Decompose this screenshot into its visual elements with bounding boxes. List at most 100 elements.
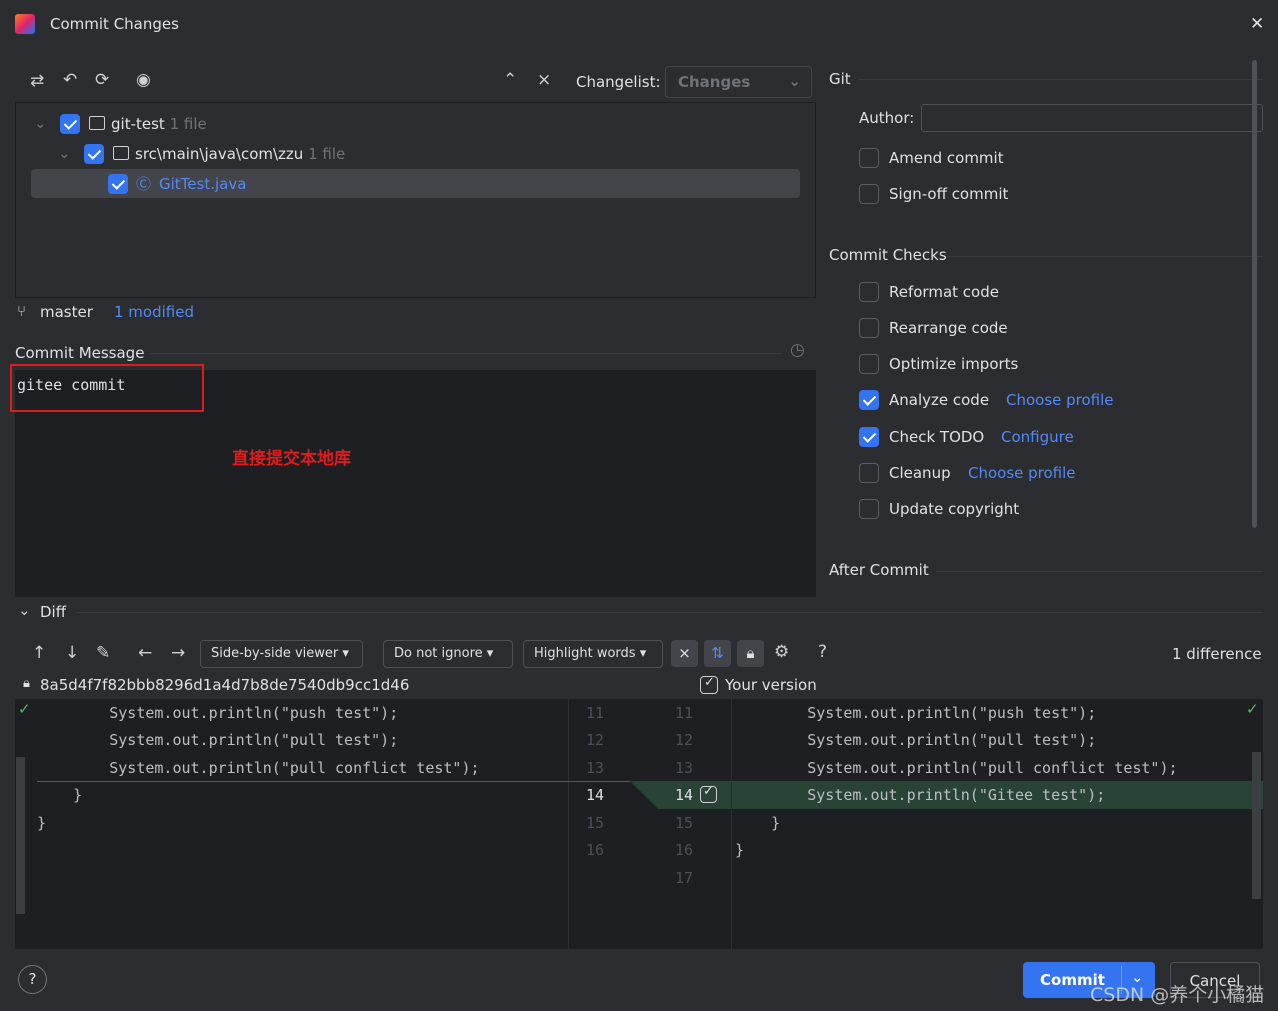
check-label[interactable]: Analyze code xyxy=(889,391,989,409)
check-config-link[interactable]: Configure xyxy=(1001,428,1074,446)
changelist-select[interactable]: Changes ⌄ xyxy=(665,66,812,98)
arrow-left-icon[interactable]: ← xyxy=(138,643,152,663)
checkbox-gittest[interactable] xyxy=(108,174,128,194)
divider xyxy=(150,353,782,354)
left-line-number: 11 xyxy=(586,704,605,722)
gear-icon[interactable]: ⚙ xyxy=(774,642,789,662)
ignore-select[interactable]: Do not ignore ▾ xyxy=(383,640,513,668)
checkbox-src[interactable] xyxy=(84,144,104,164)
check-label[interactable]: Update copyright xyxy=(889,500,1019,518)
chevron-down-icon: ⌄ xyxy=(788,72,801,90)
insertion-marker xyxy=(37,781,630,782)
right-line-number: 14 xyxy=(675,786,694,804)
help-icon[interactable]: ? xyxy=(818,642,827,662)
diff-section-title: Diff xyxy=(40,603,67,621)
history-icon[interactable]: ◷ xyxy=(790,340,805,360)
check-checkbox[interactable] xyxy=(859,427,879,447)
sync-scroll-icon[interactable]: ⇅ xyxy=(704,640,731,667)
left-code-line: System.out.println("pull test"); xyxy=(37,731,399,749)
tree-item-src[interactable]: src\main\java\com\zzu 1 file xyxy=(135,145,345,163)
left-line-number: 16 xyxy=(586,841,605,859)
window-title: Commit Changes xyxy=(50,15,179,33)
right-scrollbar[interactable] xyxy=(1252,752,1261,899)
check-label[interactable]: Cleanup xyxy=(889,464,951,482)
move-icon[interactable]: ⇄ xyxy=(30,71,44,91)
check-label[interactable]: Check TODO xyxy=(889,428,984,446)
check-config-link[interactable]: Choose profile xyxy=(968,464,1076,482)
tree-item-git-test[interactable]: git-test 1 file xyxy=(111,115,207,133)
amend-checkbox[interactable] xyxy=(859,148,879,168)
check-icon: ✓ xyxy=(18,700,31,718)
left-line-number: 14 xyxy=(586,786,605,804)
watermark: CSDN @养个小橘猫 xyxy=(1090,984,1265,1006)
divider xyxy=(858,79,1263,80)
lock-icon: 🔒︎ xyxy=(23,676,30,691)
left-line-number: 13 xyxy=(586,759,605,777)
close-button[interactable]: ✕ xyxy=(1250,14,1264,34)
app-logo-icon xyxy=(15,14,35,34)
highlight-select[interactable]: Highlight words ▾ xyxy=(523,640,663,668)
lock-icon[interactable]: 🔒︎ xyxy=(737,640,764,667)
signoff-checkbox[interactable] xyxy=(859,184,879,204)
arrow-up-icon[interactable]: ↑ xyxy=(32,643,46,663)
amend-label[interactable]: Amend commit xyxy=(889,149,1004,167)
check-icon: ✓ xyxy=(1246,700,1259,718)
branch-icon: ⑂ xyxy=(17,302,27,320)
viewer-select[interactable]: Side-by-side viewer ▾ xyxy=(200,640,363,668)
checkbox-git-test[interactable] xyxy=(60,114,80,134)
check-config-link[interactable]: Choose profile xyxy=(1006,391,1114,409)
folder-icon xyxy=(89,116,105,130)
rollback-icon[interactable]: ↶ xyxy=(63,70,77,90)
edit-icon[interactable]: ✎ xyxy=(96,643,110,663)
right-line-number: 16 xyxy=(675,841,694,859)
folder-icon xyxy=(113,146,129,160)
signoff-label[interactable]: Sign-off commit xyxy=(889,185,1008,203)
check-label[interactable]: Reformat code xyxy=(889,283,999,301)
refresh-icon[interactable]: ⟳ xyxy=(95,70,109,90)
left-code-line: } xyxy=(37,786,83,804)
eye-icon[interactable]: ◉ xyxy=(136,70,151,90)
branch-name[interactable]: master xyxy=(40,303,93,321)
right-code-line: } xyxy=(735,814,781,832)
highlight-value: Highlight words xyxy=(534,646,636,661)
right-line-number: 12 xyxy=(675,731,694,749)
left-code-line: System.out.println("push test"); xyxy=(37,704,399,722)
right-line-number: 13 xyxy=(675,759,694,777)
check-checkbox[interactable] xyxy=(859,499,879,519)
check-label[interactable]: Rearrange code xyxy=(889,319,1008,337)
check-checkbox[interactable] xyxy=(859,463,879,483)
scrollbar[interactable] xyxy=(1252,60,1257,528)
left-revision-hash: 8a5d4f7f82bbb8296d1a4d7b8de7540db9cc1d46 xyxy=(40,676,410,694)
chevron-down-icon[interactable]: ⌄ xyxy=(34,114,47,132)
author-input[interactable] xyxy=(921,104,1263,132)
right-code-line: System.out.println("push test"); xyxy=(735,704,1097,722)
tree-item-gittest[interactable]: GitTest.java xyxy=(159,175,246,193)
modified-link[interactable]: 1 modified xyxy=(114,303,194,321)
right-line-number: 15 xyxy=(675,814,694,832)
tree-label: git-test xyxy=(111,115,165,133)
check-checkbox[interactable] xyxy=(859,354,879,374)
check-checkbox[interactable] xyxy=(859,282,879,302)
file-count: 1 file xyxy=(308,145,346,163)
check-label[interactable]: Optimize imports xyxy=(889,355,1018,373)
collapse-unchanged-icon[interactable]: ⨯ xyxy=(671,640,698,667)
help-button[interactable]: ? xyxy=(18,965,47,994)
java-class-icon: Ⓒ xyxy=(136,175,152,193)
chevron-down-icon[interactable]: ⌄ xyxy=(18,601,31,619)
check-checkbox[interactable] xyxy=(859,318,879,338)
left-scrollbar[interactable] xyxy=(16,757,25,914)
collapse-all-icon[interactable]: ⨯ xyxy=(537,70,551,90)
chevron-down-icon[interactable]: ⌄ xyxy=(58,144,71,162)
highlight-box xyxy=(10,364,204,412)
file-count: 1 file xyxy=(169,115,207,133)
right-line-number: 11 xyxy=(675,704,694,722)
arrow-right-icon[interactable]: → xyxy=(171,643,185,663)
divider xyxy=(936,571,1263,572)
include-change-check: ✓ xyxy=(703,784,714,799)
annotation-text: 直接提交本地库 xyxy=(232,449,351,469)
expand-all-icon[interactable]: ⌃ xyxy=(503,70,517,90)
check-checkbox[interactable] xyxy=(859,390,879,410)
right-code-line: } xyxy=(735,841,745,859)
right-code-line: System.out.println("Gitee test"); xyxy=(735,786,1106,804)
arrow-down-icon[interactable]: ↓ xyxy=(65,643,79,663)
